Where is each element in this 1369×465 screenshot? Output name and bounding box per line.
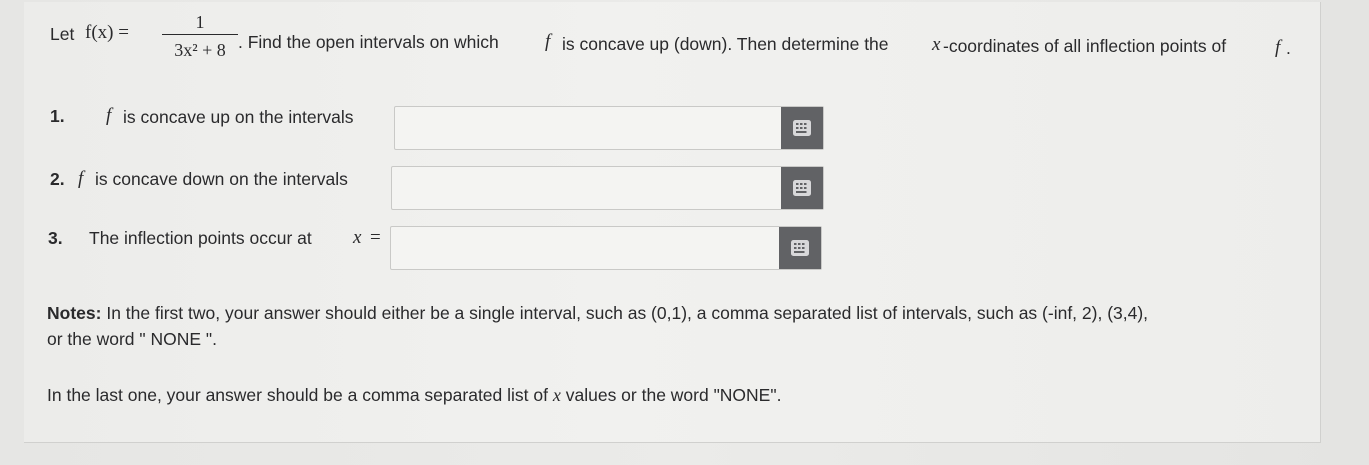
concave-down-input[interactable]: [392, 167, 781, 209]
keypad-button[interactable]: [779, 227, 821, 269]
keypad-icon: [791, 240, 809, 256]
problem-statement: Let f(x) = 1 3x² + 8 . Find the open int…: [50, 12, 1310, 64]
notes-last-post: values or the word "NONE".: [565, 385, 782, 405]
notes-block: Notes: In the first two, your answer sho…: [47, 300, 1307, 352]
question-text: is concave down on the intervals: [95, 169, 348, 189]
inflection-points-input[interactable]: [391, 227, 779, 269]
notes-text-1: In the first two, your answer should eit…: [106, 303, 1149, 323]
problem-text-1: . Find the open intervals on which: [238, 32, 499, 52]
fraction-bar: [162, 34, 238, 35]
period: .: [1286, 38, 1291, 58]
page: Let f(x) = 1 3x² + 8 . Find the open int…: [0, 0, 1369, 465]
notes-line-2: or the word " NONE ".: [47, 329, 217, 349]
notes-last-pre: In the last one, your answer should be a…: [47, 385, 548, 405]
question-number: 3.: [48, 228, 63, 248]
keypad-icon: [793, 180, 811, 196]
equals-sign: =: [370, 227, 381, 248]
keypad-icon: [793, 120, 811, 136]
function-fraction: 1 3x² + 8: [162, 10, 238, 62]
x-symbol: x: [552, 385, 561, 405]
question-number: 1.: [50, 106, 65, 126]
fraction-denominator: 3x² + 8: [174, 40, 226, 60]
f-symbol: f: [106, 105, 112, 126]
x-symbol: x: [353, 227, 362, 248]
notes-line-1: Notes: In the first two, your answer sho…: [47, 300, 1307, 326]
f-symbol: f: [545, 31, 551, 52]
x-symbol: x: [932, 34, 941, 55]
concave-up-input[interactable]: [395, 107, 781, 149]
answer-field-3: [390, 226, 822, 270]
keypad-button[interactable]: [781, 107, 823, 149]
question-card: [24, 2, 1321, 443]
question-text: The inflection points occur at: [89, 228, 312, 248]
fraction-numerator: 1: [195, 12, 205, 32]
notes-label: Notes:: [47, 303, 102, 323]
answer-field-2: [391, 166, 824, 210]
f-end-symbol: f: [1275, 37, 1281, 58]
problem-text-2: is concave up (down). Then determine the: [562, 34, 889, 54]
question-number: 2.: [50, 169, 65, 189]
question-text: is concave up on the intervals: [123, 107, 354, 127]
notes-last: In the last one, your answer should be a…: [47, 382, 1307, 408]
keypad-button[interactable]: [781, 167, 823, 209]
f-symbol: f: [78, 168, 84, 189]
function-lhs: f(x) =: [85, 22, 129, 43]
let-text: Let: [50, 24, 75, 44]
problem-text-3: -coordinates of all inflection points of: [943, 36, 1227, 56]
answer-field-1: [394, 106, 824, 150]
